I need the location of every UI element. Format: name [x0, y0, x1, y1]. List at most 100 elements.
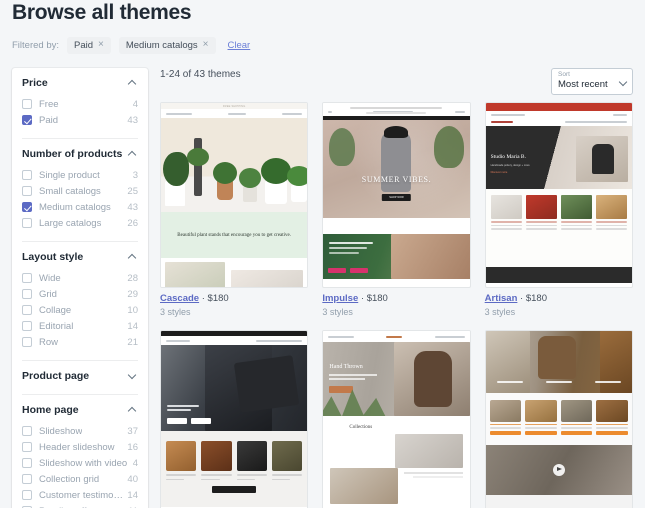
facet-option-header-slideshow-count: 16 — [127, 441, 138, 453]
facet-option-slideshow-with-video[interactable]: Slideshow with video 4 — [22, 455, 138, 471]
theme-price-impulse: $180 — [366, 293, 388, 304]
clear-filters-link[interactable]: Clear — [228, 40, 251, 51]
checkbox-free[interactable] — [22, 99, 32, 109]
facet-option-header-slideshow[interactable]: Header slideshow 16 — [22, 439, 138, 455]
play-icon[interactable] — [552, 464, 565, 476]
preview-product — [236, 441, 267, 481]
facet-option-paid-count: 43 — [127, 114, 138, 126]
theme-name-link-cascade[interactable]: Cascade — [160, 293, 199, 304]
facet-option-editorial[interactable]: Editorial 14 — [22, 318, 138, 334]
preview-section-title: Collections — [349, 425, 373, 430]
facet-option-collage[interactable]: Collage 10 — [22, 302, 138, 318]
facet-option-editorial-count: 14 — [127, 320, 138, 332]
checkbox-large-catalogs[interactable] — [22, 218, 32, 228]
facet-option-small-catalogs-count: 25 — [127, 185, 138, 197]
close-icon[interactable]: × — [203, 40, 209, 50]
preview-cta-button — [329, 386, 354, 393]
facet-option-row-label: Row — [39, 336, 59, 348]
facet-layout-style-header[interactable]: Layout style — [22, 251, 138, 265]
checkbox-collection-grid[interactable] — [22, 474, 32, 484]
chevron-up-icon[interactable] — [128, 78, 138, 88]
filter-chip-medium-catalogs[interactable]: Medium catalogs × — [118, 36, 216, 54]
facet-option-customer-testimonials-count: 14 — [127, 489, 138, 501]
filter-chip-paid[interactable]: Paid × — [67, 36, 111, 54]
sort-select[interactable]: Sort Most recent — [551, 68, 633, 95]
checkbox-wide[interactable] — [22, 273, 32, 283]
facet-option-small-catalogs[interactable]: Small catalogs 25 — [22, 183, 138, 199]
facet-product-page-header[interactable]: Product page — [22, 370, 138, 384]
preview-view-all-button — [212, 486, 257, 494]
chevron-down-icon[interactable] — [128, 371, 138, 381]
page-header: Browse all themes Filtered by: Paid × Me… — [0, 0, 645, 54]
facet-home-page-header[interactable]: Home page — [22, 404, 138, 418]
theme-name-link-impulse[interactable]: Impulse — [322, 293, 358, 304]
facet-price-header[interactable]: Price — [22, 77, 138, 91]
facet-option-paid[interactable]: Paid 43 — [22, 112, 138, 128]
theme-preview-4[interactable] — [160, 330, 309, 508]
checkbox-grid[interactable] — [22, 289, 32, 299]
theme-preview-artisan[interactable]: Studio Maria B. Handmade pottery, design… — [484, 102, 633, 288]
theme-separator: · — [520, 293, 524, 304]
checkbox-single-product[interactable] — [22, 170, 32, 180]
checkbox-small-catalogs[interactable] — [22, 186, 32, 196]
checkbox-header-slideshow[interactable] — [22, 442, 32, 452]
theme-card-5: Hand Thrown Collections — [322, 330, 471, 508]
chevron-up-icon[interactable] — [128, 252, 138, 262]
facet-number-of-products-header[interactable]: Number of products — [22, 148, 138, 162]
theme-styles-artisan: 3 styles — [484, 307, 516, 317]
checkbox-paid[interactable] — [22, 115, 32, 125]
checkbox-slideshow-with-video[interactable] — [22, 458, 32, 468]
preview-headline: Studio Maria B. — [490, 154, 526, 160]
facet-option-parallax-effect[interactable]: Parallax effect 11 — [22, 503, 138, 508]
theme-preview-cascade[interactable]: FREE SHIPPING Beautiful plant stands tha… — [160, 102, 309, 288]
theme-styles-cascade: 3 styles — [160, 307, 191, 317]
sort-value: Most recent — [558, 79, 608, 90]
preview-cta-buttons — [167, 418, 211, 424]
theme-preview-impulse[interactable]: SUMMER VIBES. SHOP NOW — [322, 102, 471, 288]
preview-headline: Hand Thrown — [329, 364, 363, 370]
preview-nav — [323, 331, 470, 342]
facet-price: Price Free 4 Paid 43 — [22, 68, 138, 139]
chevron-up-icon[interactable] — [128, 149, 138, 159]
facet-option-collection-grid-label: Collection grid — [39, 473, 100, 485]
preview-promo-buttons — [328, 268, 369, 273]
theme-price-cascade: $180 — [207, 293, 229, 304]
close-icon[interactable]: × — [98, 40, 104, 50]
filtered-by-label: Filtered by: — [12, 39, 59, 51]
theme-preview-6[interactable] — [484, 330, 633, 508]
facet-option-grid-label: Grid — [39, 288, 57, 300]
facet-option-single-product[interactable]: Single product 3 — [22, 167, 138, 183]
checkbox-editorial[interactable] — [22, 321, 32, 331]
theme-card-4 — [160, 330, 309, 508]
preview-hero-caption — [167, 405, 199, 413]
facet-option-free[interactable]: Free 4 — [22, 96, 138, 112]
checkbox-medium-catalogs[interactable] — [22, 202, 32, 212]
checkbox-row[interactable] — [22, 337, 32, 347]
facet-option-row[interactable]: Row 21 — [22, 334, 138, 350]
theme-preview-5[interactable]: Hand Thrown Collections — [322, 330, 471, 508]
facet-option-medium-catalogs[interactable]: Medium catalogs 43 — [22, 199, 138, 215]
theme-name-link-artisan[interactable]: Artisan — [485, 293, 518, 304]
facet-layout-style-title: Layout style — [22, 251, 84, 263]
facet-number-of-products-options: Single product 3 Small catalogs 25 Mediu… — [22, 167, 138, 231]
facet-option-wide-count: 28 — [127, 272, 138, 284]
facet-option-large-catalogs[interactable]: Large catalogs 26 — [22, 215, 138, 231]
facet-option-customer-testimonials[interactable]: Customer testimonials 14 — [22, 487, 138, 503]
facet-option-paid-label: Paid — [39, 114, 59, 126]
checkbox-collage[interactable] — [22, 305, 32, 315]
chevron-up-icon[interactable] — [128, 405, 138, 415]
preview-product — [271, 441, 303, 481]
facet-option-grid[interactable]: Grid 29 — [22, 286, 138, 302]
facet-option-wide[interactable]: Wide 28 — [22, 270, 138, 286]
preview-promo-block — [323, 234, 470, 279]
checkbox-customer-testimonials[interactable] — [22, 490, 32, 500]
checkbox-slideshow[interactable] — [22, 426, 32, 436]
facet-option-slideshow[interactable]: Slideshow 37 — [22, 423, 138, 439]
theme-meta-cascade: Cascade · $180 3 styles — [160, 293, 308, 318]
preview-lower — [161, 258, 308, 287]
facet-option-collection-grid[interactable]: Collection grid 40 — [22, 471, 138, 487]
facet-option-single-product-count: 3 — [132, 169, 138, 181]
theme-styles-impulse: 3 styles — [322, 307, 353, 317]
preview-product-row — [161, 431, 308, 507]
preview-utility-nav — [485, 111, 632, 118]
